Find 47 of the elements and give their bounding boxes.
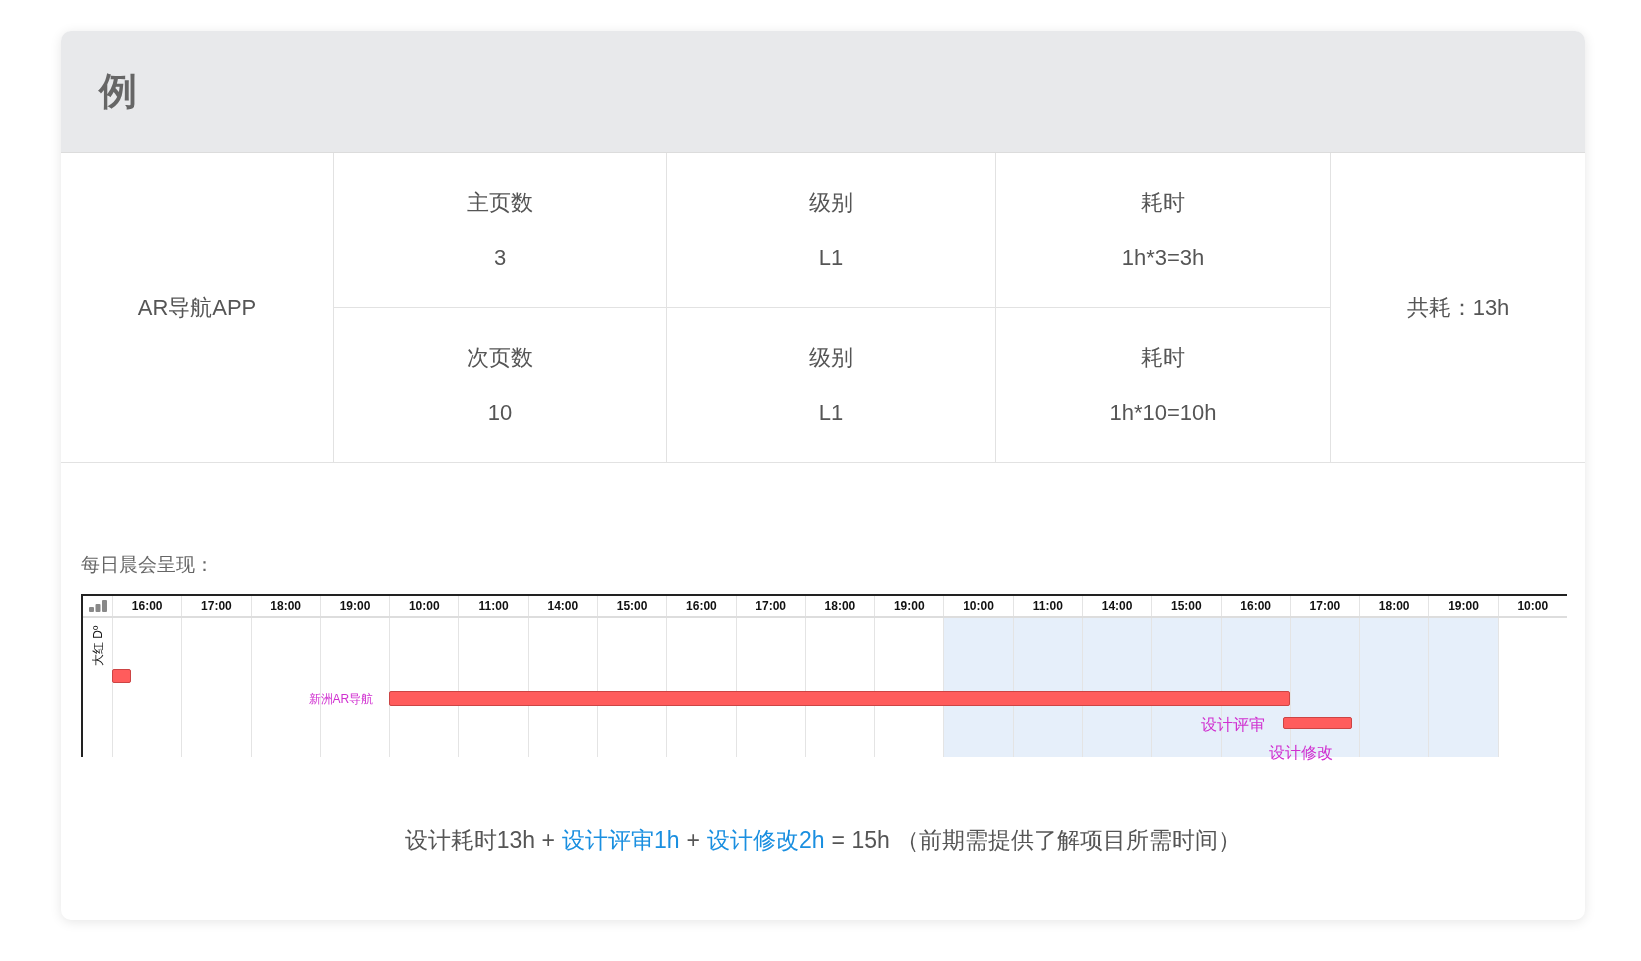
time-header: 15:00 bbox=[616, 597, 648, 615]
task-note: 设计修改 bbox=[1269, 742, 1334, 763]
time-header: 10:00 bbox=[408, 597, 440, 615]
time-header: 17:00 bbox=[1309, 597, 1341, 615]
time-header: 11:00 bbox=[478, 597, 509, 615]
project-name: AR导航APP bbox=[137, 294, 257, 322]
formula-text: + bbox=[686, 825, 700, 855]
time-header: 19:00 bbox=[893, 597, 925, 615]
cell-value: 10 bbox=[487, 399, 513, 427]
row-label: 大红 Dº bbox=[90, 624, 106, 666]
time-header: 19:00 bbox=[1448, 597, 1479, 615]
time-header: 17:00 bbox=[201, 597, 232, 615]
time-header: 19:00 bbox=[339, 597, 371, 615]
formula-text: = 15h （前期需提供了解项目所需时间） bbox=[831, 825, 1242, 855]
time-header: 18:00 bbox=[1378, 597, 1410, 615]
time-header: 11:00 bbox=[1032, 597, 1063, 615]
section-label: 每日晨会呈现： bbox=[81, 554, 214, 575]
cell-value: 1h*3=3h bbox=[1121, 244, 1205, 272]
highlighted-term: 设计评审1h bbox=[562, 825, 680, 855]
time-header: 10:00 bbox=[1517, 597, 1549, 615]
column-label: 耗时 bbox=[1141, 189, 1185, 217]
time-header: 16:00 bbox=[686, 597, 717, 615]
time-header: 14:00 bbox=[547, 597, 579, 615]
cell-value: 1h*10=10h bbox=[1109, 399, 1217, 427]
column-label: 耗时 bbox=[1141, 344, 1185, 372]
time-header: 16:00 bbox=[131, 597, 163, 615]
signal-bars-icon bbox=[87, 598, 108, 613]
column-label: 次页数 bbox=[467, 344, 533, 372]
column-label: 级别 bbox=[809, 189, 853, 217]
cell-value: 3 bbox=[493, 244, 507, 272]
cell-value: L1 bbox=[818, 244, 844, 272]
time-header: 10:00 bbox=[963, 597, 994, 615]
time-header: 18:00 bbox=[824, 597, 856, 615]
time-header: 16:00 bbox=[1240, 597, 1271, 615]
card-title: 例 bbox=[99, 69, 137, 114]
time-header: 14:00 bbox=[1101, 597, 1133, 615]
formula-text: 设计耗时13h + bbox=[404, 825, 555, 855]
task-label: 设计评审 bbox=[1201, 714, 1266, 735]
time-header: 17:00 bbox=[755, 597, 786, 615]
time-header: 15:00 bbox=[1171, 597, 1202, 615]
column-label: 级别 bbox=[809, 344, 853, 372]
total-time: 共耗：13h bbox=[1406, 294, 1510, 322]
time-header: 18:00 bbox=[270, 597, 302, 615]
highlighted-term: 设计修改2h bbox=[707, 825, 825, 855]
task-label: 新洲AR导航 bbox=[308, 691, 374, 708]
cell-value: L1 bbox=[818, 399, 844, 427]
column-label: 主页数 bbox=[467, 189, 533, 217]
